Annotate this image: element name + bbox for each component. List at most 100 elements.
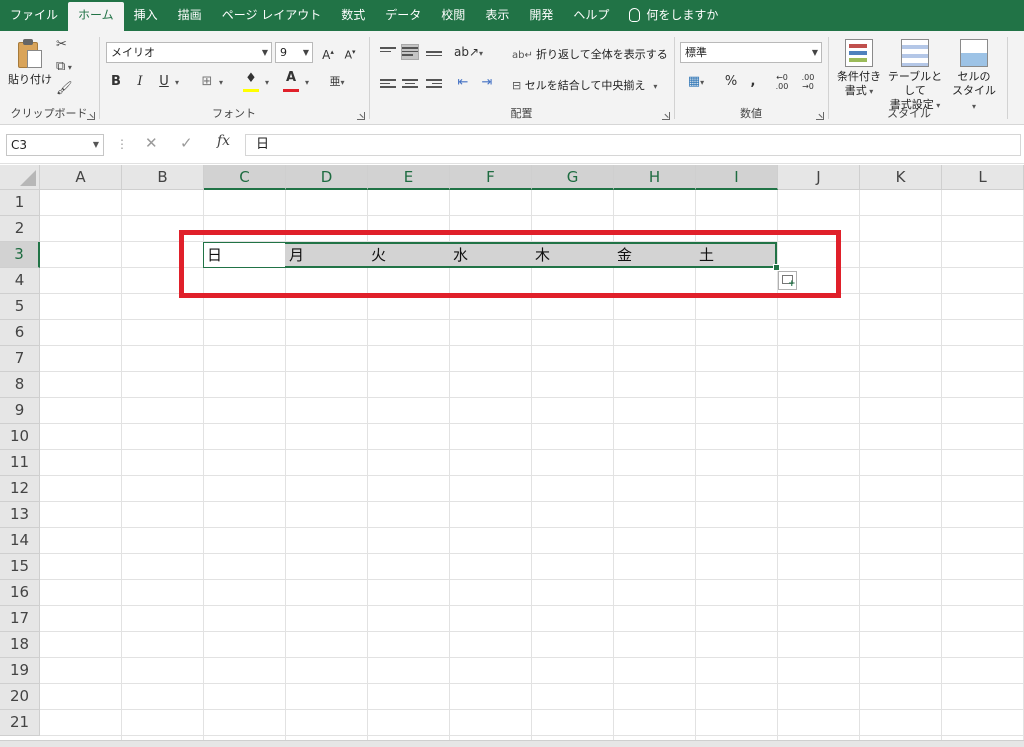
column-header-e[interactable]: E: [368, 165, 450, 190]
row-header-21[interactable]: 21: [0, 710, 40, 736]
enter-icon[interactable]: ✓: [180, 134, 193, 152]
row-header-7[interactable]: 7: [0, 346, 40, 372]
cut-icon[interactable]: ✂: [56, 37, 67, 52]
copy-icon[interactable]: ⧉ ▾: [56, 59, 72, 74]
column-header-b[interactable]: B: [122, 165, 204, 190]
column-header-c[interactable]: C: [204, 165, 286, 190]
row-header-17[interactable]: 17: [0, 606, 40, 632]
select-all-button[interactable]: [0, 165, 40, 190]
font-color-dropdown-icon[interactable]: ▾: [302, 72, 312, 92]
tab-formulas[interactable]: 数式: [331, 0, 375, 31]
tab-insert[interactable]: 挿入: [124, 0, 168, 31]
font-color-icon[interactable]: A: [282, 68, 300, 88]
paste-icon[interactable]: [18, 39, 42, 69]
underline-button[interactable]: U: [156, 72, 172, 92]
decrease-decimal-icon[interactable]: .00 →0: [799, 73, 817, 93]
column-header-l[interactable]: L: [942, 165, 1024, 190]
decrease-font-icon[interactable]: A▾: [342, 42, 358, 62]
tab-page-layout[interactable]: ページ レイアウト: [212, 0, 332, 31]
alignment-launcher-icon[interactable]: [662, 112, 670, 120]
increase-font-icon[interactable]: A▴: [320, 42, 336, 62]
comma-style-icon[interactable]: ,: [747, 72, 759, 92]
fill-color-dropdown-icon[interactable]: ▾: [262, 72, 272, 92]
tab-help[interactable]: ヘルプ: [563, 0, 619, 31]
align-middle-icon[interactable]: [401, 44, 419, 60]
row-header-4[interactable]: 4: [0, 268, 40, 294]
conditional-formatting-button[interactable]: 条件付き 書式 ▾: [833, 39, 885, 99]
row-header-5[interactable]: 5: [0, 294, 40, 320]
tell-me-label: 何をしますか: [646, 8, 719, 22]
row-header-20[interactable]: 20: [0, 684, 40, 710]
row-header-16[interactable]: 16: [0, 580, 40, 606]
percent-style-icon[interactable]: %: [723, 72, 739, 92]
wrap-text-button[interactable]: ab↵ 折り返して全体を表示する: [512, 46, 668, 62]
cell-styles-button[interactable]: セルの スタイル ▾: [949, 39, 999, 114]
tab-review[interactable]: 校閲: [431, 0, 475, 31]
column-header-g[interactable]: G: [532, 165, 614, 190]
tab-developer[interactable]: 開発: [519, 0, 563, 31]
column-header-f[interactable]: F: [450, 165, 532, 190]
row-header-11[interactable]: 11: [0, 450, 40, 476]
column-header-a[interactable]: A: [40, 165, 122, 190]
row-header-19[interactable]: 19: [0, 658, 40, 684]
align-right-icon[interactable]: [426, 77, 442, 91]
merge-center-button[interactable]: ⊟ セルを結合して中央揃え ▾: [512, 77, 657, 93]
annotation-highlight-box: [179, 230, 841, 298]
number-format-select[interactable]: 標準 ▼: [680, 42, 822, 63]
clipboard-launcher-icon[interactable]: [87, 112, 95, 120]
align-center-icon[interactable]: [402, 77, 418, 91]
row-header-8[interactable]: 8: [0, 372, 40, 398]
column-header-j[interactable]: J: [778, 165, 860, 190]
insert-function-icon[interactable]: fx: [217, 133, 230, 149]
number-launcher-icon[interactable]: [816, 112, 824, 120]
row-header-3[interactable]: 3: [0, 242, 40, 268]
decrease-indent-icon[interactable]: ⇤: [454, 73, 472, 93]
tab-home[interactable]: ホーム: [68, 2, 124, 31]
increase-indent-icon[interactable]: ⇥: [478, 73, 496, 93]
column-header-i[interactable]: I: [696, 165, 778, 190]
row-header-10[interactable]: 10: [0, 424, 40, 450]
row-header-1[interactable]: 1: [0, 190, 40, 216]
tab-view[interactable]: 表示: [475, 0, 519, 31]
row-header-12[interactable]: 12: [0, 476, 40, 502]
italic-button[interactable]: I: [132, 72, 148, 92]
row-header-14[interactable]: 14: [0, 528, 40, 554]
align-top-icon[interactable]: [380, 45, 396, 59]
font-launcher-icon[interactable]: [357, 112, 365, 120]
name-box[interactable]: C3 ▼: [6, 134, 104, 156]
formula-bar-grip-icon[interactable]: ⋮: [116, 137, 128, 151]
formula-input[interactable]: 日: [245, 134, 1021, 156]
font-name-select[interactable]: メイリオ ▼: [106, 42, 272, 63]
accounting-format-icon[interactable]: ▦▾: [683, 72, 709, 92]
increase-decimal-icon[interactable]: ←0.00: [773, 73, 791, 93]
fill-color-icon[interactable]: ♦: [242, 69, 260, 89]
ribbon-tab-bar: ファイル ホーム 挿入 描画 ページ レイアウト 数式 データ 校閲 表示 開発…: [0, 0, 1024, 31]
format-as-table-button[interactable]: テーブルとして 書式設定 ▾: [883, 39, 947, 113]
font-size-select[interactable]: 9 ▼: [275, 42, 313, 63]
tell-me-search[interactable]: 何をしますか: [619, 0, 728, 31]
cancel-icon[interactable]: ✕: [145, 134, 158, 152]
row-header-15[interactable]: 15: [0, 554, 40, 580]
borders-dropdown-icon[interactable]: ▾: [216, 72, 226, 92]
column-header-d[interactable]: D: [286, 165, 368, 190]
column-header-h[interactable]: H: [614, 165, 696, 190]
tab-data[interactable]: データ: [375, 0, 431, 31]
borders-icon[interactable]: ⊞: [198, 72, 216, 92]
paste-button-label[interactable]: 貼り付け: [8, 71, 52, 87]
underline-dropdown-icon[interactable]: ▾: [172, 72, 182, 92]
row-header-9[interactable]: 9: [0, 398, 40, 424]
bold-button[interactable]: B: [108, 72, 124, 92]
row-header-18[interactable]: 18: [0, 632, 40, 658]
row-header-2[interactable]: 2: [0, 216, 40, 242]
tab-file[interactable]: ファイル: [0, 0, 68, 31]
tab-draw[interactable]: 描画: [168, 0, 212, 31]
orientation-icon[interactable]: ab↗▾: [454, 42, 483, 62]
column-header-k[interactable]: K: [860, 165, 942, 190]
phonetic-icon[interactable]: 亜▾: [328, 72, 346, 92]
align-bottom-icon[interactable]: [426, 45, 442, 59]
merge-center-icon: ⊟: [512, 79, 525, 92]
format-painter-icon[interactable]: 🖌: [56, 81, 73, 96]
align-left-icon[interactable]: [380, 77, 396, 91]
row-header-13[interactable]: 13: [0, 502, 40, 528]
row-header-6[interactable]: 6: [0, 320, 40, 346]
